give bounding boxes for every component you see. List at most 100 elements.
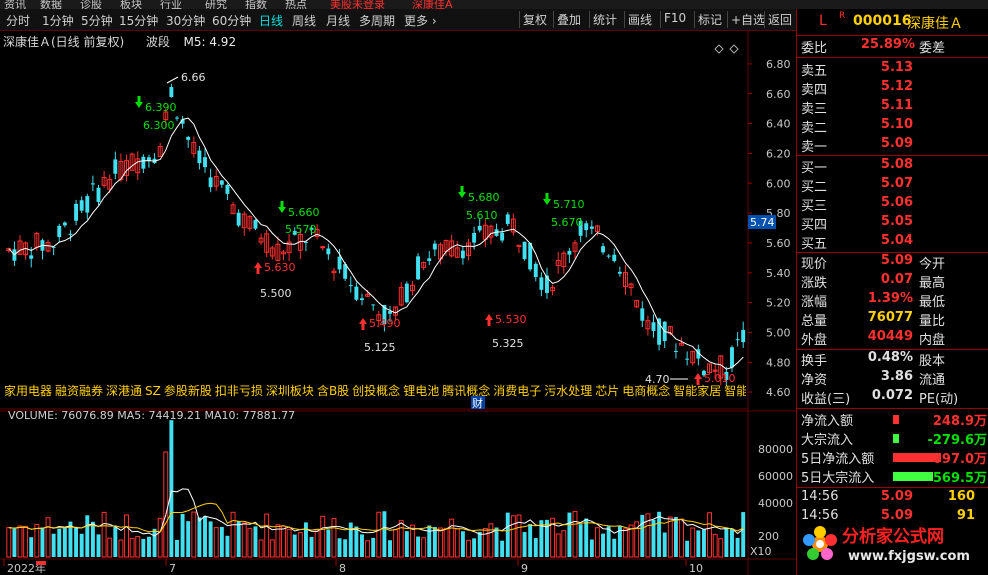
volume-bar	[662, 532, 667, 557]
volume-bar	[432, 526, 437, 557]
volume-bar	[326, 529, 331, 557]
top-menu-item[interactable]: 资讯	[4, 0, 26, 9]
date-tick-label: 7	[169, 562, 176, 575]
volume-bar	[197, 517, 202, 557]
kline-chart[interactable]: 6.66 6.390 6.300 5.660 5.570 5.630 5.500 5.490 5…	[0, 9, 796, 575]
volume-bar	[454, 528, 460, 558]
wave-label: 5.325	[492, 337, 524, 350]
top-menu-item[interactable]: 板块	[120, 0, 142, 9]
top-menu-item[interactable]: 指数	[245, 0, 267, 9]
concept-tag[interactable]: 锂电池	[403, 384, 439, 398]
ask-row-label: 卖三	[801, 102, 828, 117]
quote-panel: L R 000016 深康佳Ａ 委比 25.89% 委差 卖五 5.13 卖四 5.1…	[796, 9, 988, 575]
candle-body	[673, 350, 678, 352]
concept-tag[interactable]: 深港通	[106, 384, 142, 398]
concept-tag[interactable]: 含B股	[317, 384, 349, 398]
volume-bar	[567, 512, 572, 557]
volume-bar	[477, 531, 482, 557]
candle-body	[500, 232, 505, 241]
top-menu-item[interactable]: 诊股	[80, 0, 102, 9]
wave-label: 5.710	[553, 198, 585, 211]
ask-row: 卖一 5.09	[801, 136, 988, 155]
volume-bar	[51, 533, 56, 557]
candle-body	[735, 339, 740, 341]
cai-label: 财	[472, 396, 483, 410]
flow-row-value: -279.6万	[927, 433, 987, 448]
candle-body	[505, 214, 510, 224]
volume-bar	[601, 533, 606, 557]
volume-bar	[208, 521, 213, 557]
arrow-down-icon	[543, 193, 551, 205]
candle-body	[236, 212, 241, 226]
volume-bar	[101, 511, 107, 558]
wave-label: 5.630	[264, 261, 296, 274]
volume-bar	[724, 528, 729, 557]
stat-row-label2: 内盘	[919, 333, 946, 348]
concept-tag[interactable]: 腾讯概念	[442, 384, 490, 398]
candle-body	[584, 223, 589, 231]
candle-body	[348, 285, 353, 287]
volume-bar	[522, 532, 527, 557]
volume-bar	[528, 524, 533, 557]
stat-row: 外盘 40449 内盘	[801, 329, 988, 348]
flow-row: 净流入额 248.9万	[801, 410, 988, 429]
candle-body	[404, 283, 409, 303]
top-menu-item[interactable]: 行业	[160, 0, 182, 9]
volume-bar	[23, 525, 29, 558]
candle-body	[601, 246, 606, 253]
flow-row-label: 大宗流入	[801, 433, 854, 448]
wave-label: 5.125	[364, 341, 396, 354]
stat2-row-label2: 流通	[919, 373, 946, 388]
volume-bar	[107, 537, 113, 558]
r-icon: R	[839, 11, 846, 21]
stock-code: 000016	[853, 13, 912, 29]
concept-tag[interactable]: 芯片	[595, 384, 619, 398]
volume-bar	[657, 511, 662, 557]
date-axis: 2022年 7 8 9 10	[3, 559, 703, 575]
flower-logo-icon	[803, 526, 837, 560]
stat-row: 涨跌 0.07 最高	[801, 272, 988, 291]
top-menu-item[interactable]: 数据	[40, 0, 62, 9]
top-menu-item[interactable]: 热点	[285, 0, 307, 9]
top-menu-item[interactable]: 研究	[205, 0, 227, 9]
concept-tag[interactable]: 深圳板块	[266, 384, 314, 398]
volume-bar	[578, 524, 583, 557]
flow-row: 5日净流入额 697.0万	[801, 448, 988, 467]
login-status[interactable]: 美股未登录	[330, 0, 385, 9]
concept-tag[interactable]: SZ	[145, 384, 161, 398]
stat-row-label2: 今开	[919, 257, 946, 272]
volume-bar	[264, 513, 270, 558]
concept-tag[interactable]: 参股新股	[164, 384, 212, 398]
volume-bar	[225, 535, 230, 557]
volume-tick-label: 200	[758, 530, 779, 543]
arrow-down-icon	[135, 96, 143, 108]
volume-bar	[269, 539, 275, 558]
candle-body	[96, 187, 101, 202]
stat-row-label: 总量	[801, 314, 828, 329]
concept-tag[interactable]: 创投概念	[352, 384, 400, 398]
volume-bar	[213, 527, 219, 558]
concept-tag[interactable]: 消费电子	[493, 384, 541, 398]
candle-body	[567, 250, 572, 255]
volume-tick-label: 40000	[758, 497, 793, 510]
candle-body	[360, 298, 364, 301]
price-tick-label: 5.40	[766, 267, 791, 280]
concept-tag[interactable]: 污水处理	[544, 384, 592, 398]
tick-row-value: 5.09	[880, 489, 913, 504]
candle-body	[326, 248, 331, 255]
high-pointer	[166, 76, 179, 84]
volume-bar	[309, 536, 314, 557]
candle-body	[320, 246, 326, 249]
ma-line	[8, 117, 744, 370]
stat2-row-value: 0.072	[871, 388, 913, 403]
candle-body	[741, 329, 746, 343]
concept-tag[interactable]: 智能家居	[673, 384, 721, 398]
chart-grid	[0, 31, 796, 575]
concept-tag[interactable]: 智能	[724, 384, 746, 398]
price-tick-label: 5.20	[766, 297, 791, 310]
concept-tag[interactable]: 扣非亏损	[215, 384, 263, 398]
concept-tag[interactable]: 家用电器	[4, 384, 52, 398]
stock-tab[interactable]: 深康佳A	[412, 0, 453, 9]
concept-tag[interactable]: 融资融券	[55, 384, 103, 398]
concept-tag[interactable]: 电商概念	[622, 384, 670, 398]
